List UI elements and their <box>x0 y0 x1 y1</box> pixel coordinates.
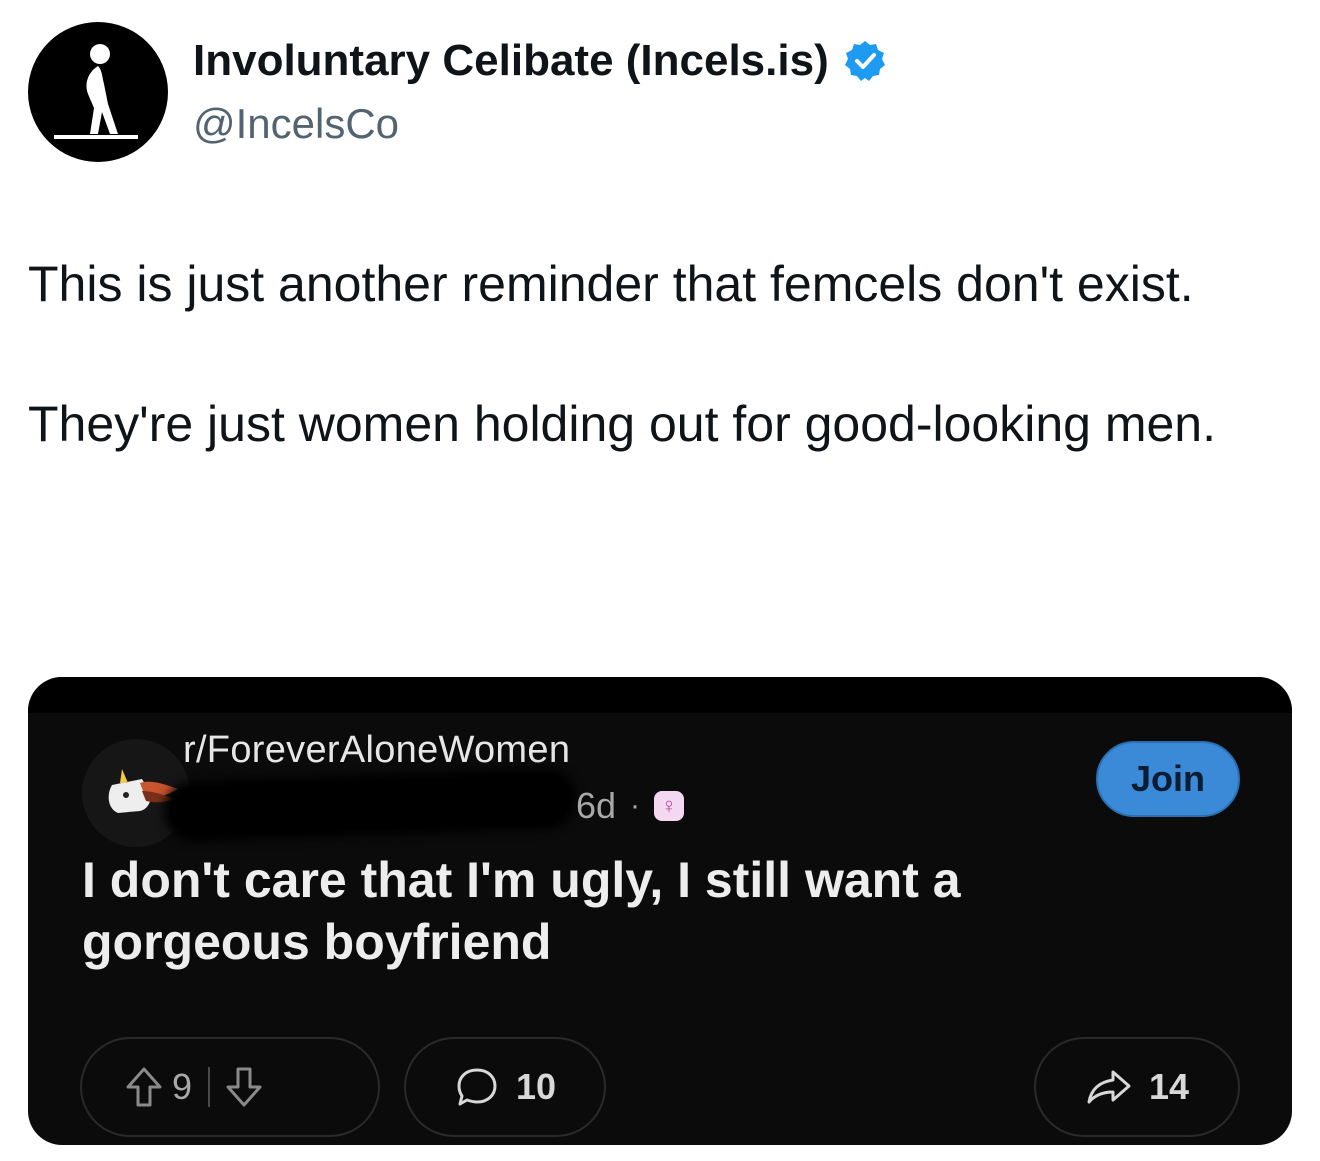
post-age: 6d <box>576 785 617 826</box>
author-avatar[interactable] <box>28 22 168 162</box>
verified-badge-icon <box>843 39 887 83</box>
upvote-count: 9 <box>172 1066 193 1107</box>
comment-count: 10 <box>515 1066 557 1107</box>
redacted-username <box>169 774 571 836</box>
tweet-text: This is just another reminder that femce… <box>28 248 1288 460</box>
incel-logo-icon <box>54 44 138 139</box>
author-name-text: Involuntary Celibate (Incels.is) <box>193 36 829 85</box>
post-meta: 6d · ♀ <box>576 785 685 827</box>
female-symbol-icon: ♀ <box>654 791 685 821</box>
join-button[interactable]: Join <box>1096 741 1240 817</box>
comment-bubble-icon <box>454 1064 500 1110</box>
subreddit-avatar <box>82 739 190 847</box>
share-arrow-icon <box>1085 1064 1133 1110</box>
subreddit-name[interactable]: r/ForeverAloneWomen <box>183 729 570 772</box>
embed-top-strip <box>28 677 1292 713</box>
tweet-paragraph: This is just another reminder that femce… <box>28 256 1194 312</box>
upvote-arrow-icon[interactable] <box>124 1065 164 1109</box>
author-handle[interactable]: @IncelsCo <box>193 100 399 148</box>
comments-button[interactable]: 10 <box>404 1037 606 1137</box>
post-title[interactable]: I don't care that I'm ugly, I still want… <box>82 849 1202 973</box>
embedded-reddit-post-image[interactable]: r/ForeverAloneWomen 6d · ♀ Join I don't … <box>28 677 1292 1145</box>
author-name[interactable]: Involuntary Celibate (Incels.is) <box>193 36 887 86</box>
vote-pill: 9 <box>80 1037 380 1137</box>
meta-separator: · <box>630 789 641 822</box>
tweet-paragraph: They're just women holding out for good-… <box>28 396 1216 452</box>
share-button[interactable]: 14 <box>1034 1037 1240 1137</box>
downvote-arrow-icon[interactable] <box>224 1065 264 1109</box>
unicorn-icon <box>108 769 178 813</box>
vote-divider <box>208 1067 211 1107</box>
share-count: 14 <box>1148 1066 1190 1107</box>
